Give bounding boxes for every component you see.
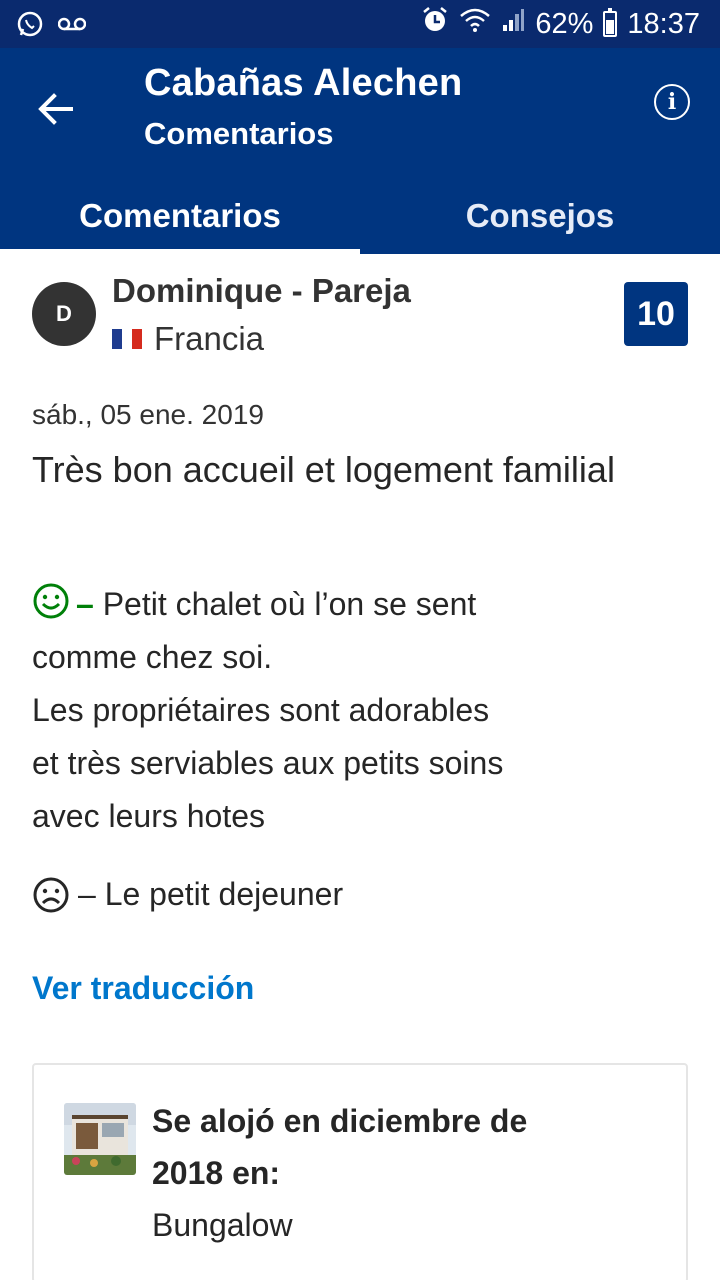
whatsapp-icon [16,10,44,43]
signal-icon [501,7,525,41]
negative-comment: – Le petit dejeuner [32,868,343,921]
room-thumbnail [64,1103,136,1175]
score-badge: 10 [624,282,688,346]
battery-icon [603,8,618,37]
stay-date-line2: 2018 en: [152,1155,281,1191]
positive-text-line: avec leurs hotes [32,798,266,834]
france-flag-icon [112,329,142,349]
stay-info: Se alojó en diciembre de 2018 en: Bungal… [152,1095,652,1251]
avatar: D [32,282,96,346]
review-date: sáb., 05 ene. 2019 [32,399,264,430]
positive-text-line: Les propriétaires sont adorables [32,692,490,728]
negative-text: – Le petit dejeuner [78,876,344,912]
tab-comentarios[interactable]: Comentarios [0,178,360,254]
review-title: Très bon accueil et logement familial [32,449,615,490]
tab-bar: Comentarios Consejos [0,178,720,254]
info-icon[interactable]: i [654,84,690,120]
positive-dash: – [76,586,94,622]
translate-link[interactable]: Ver traducción [32,970,254,1007]
reviewer-country: Francia [112,320,264,358]
clock: 18:37 [627,7,700,40]
country-label: Francia [154,320,265,357]
stay-date-line1: Se alojó en diciembre de [152,1103,528,1139]
room-type: Bungalow [152,1207,293,1243]
positive-comment: – Petit chalet où l’on se sent comme che… [32,578,652,843]
tab-consejos[interactable]: Consejos [360,178,720,254]
app-bar: Cabañas Alechen Comentarios i Comentario… [0,48,720,254]
reviewer-name: Dominique - Pareja [112,272,411,309]
battery-percent: 62% [535,7,594,40]
positive-text-line: comme chez soi. [32,639,273,675]
positive-line: – Petit chalet où l’on se sent [32,578,652,631]
smile-icon [33,583,69,619]
alarm-icon [421,6,449,42]
back-arrow-icon[interactable] [32,86,78,132]
page-title: Cabañas Alechen [144,62,463,104]
positive-text-line: et très serviables aux petits soins [32,745,504,781]
voicemail-icon [57,15,87,38]
info-glyph: i [667,89,677,115]
stay-card: Se alojó en diciembre de 2018 en: Bungal… [32,1063,688,1280]
positive-text-line: Petit chalet où l’on se sent [102,586,477,622]
wifi-icon [459,7,491,41]
page-subtitle: Comentarios [144,116,334,151]
frown-icon [33,877,69,912]
status-bar: 62% 18:37 [0,0,720,48]
